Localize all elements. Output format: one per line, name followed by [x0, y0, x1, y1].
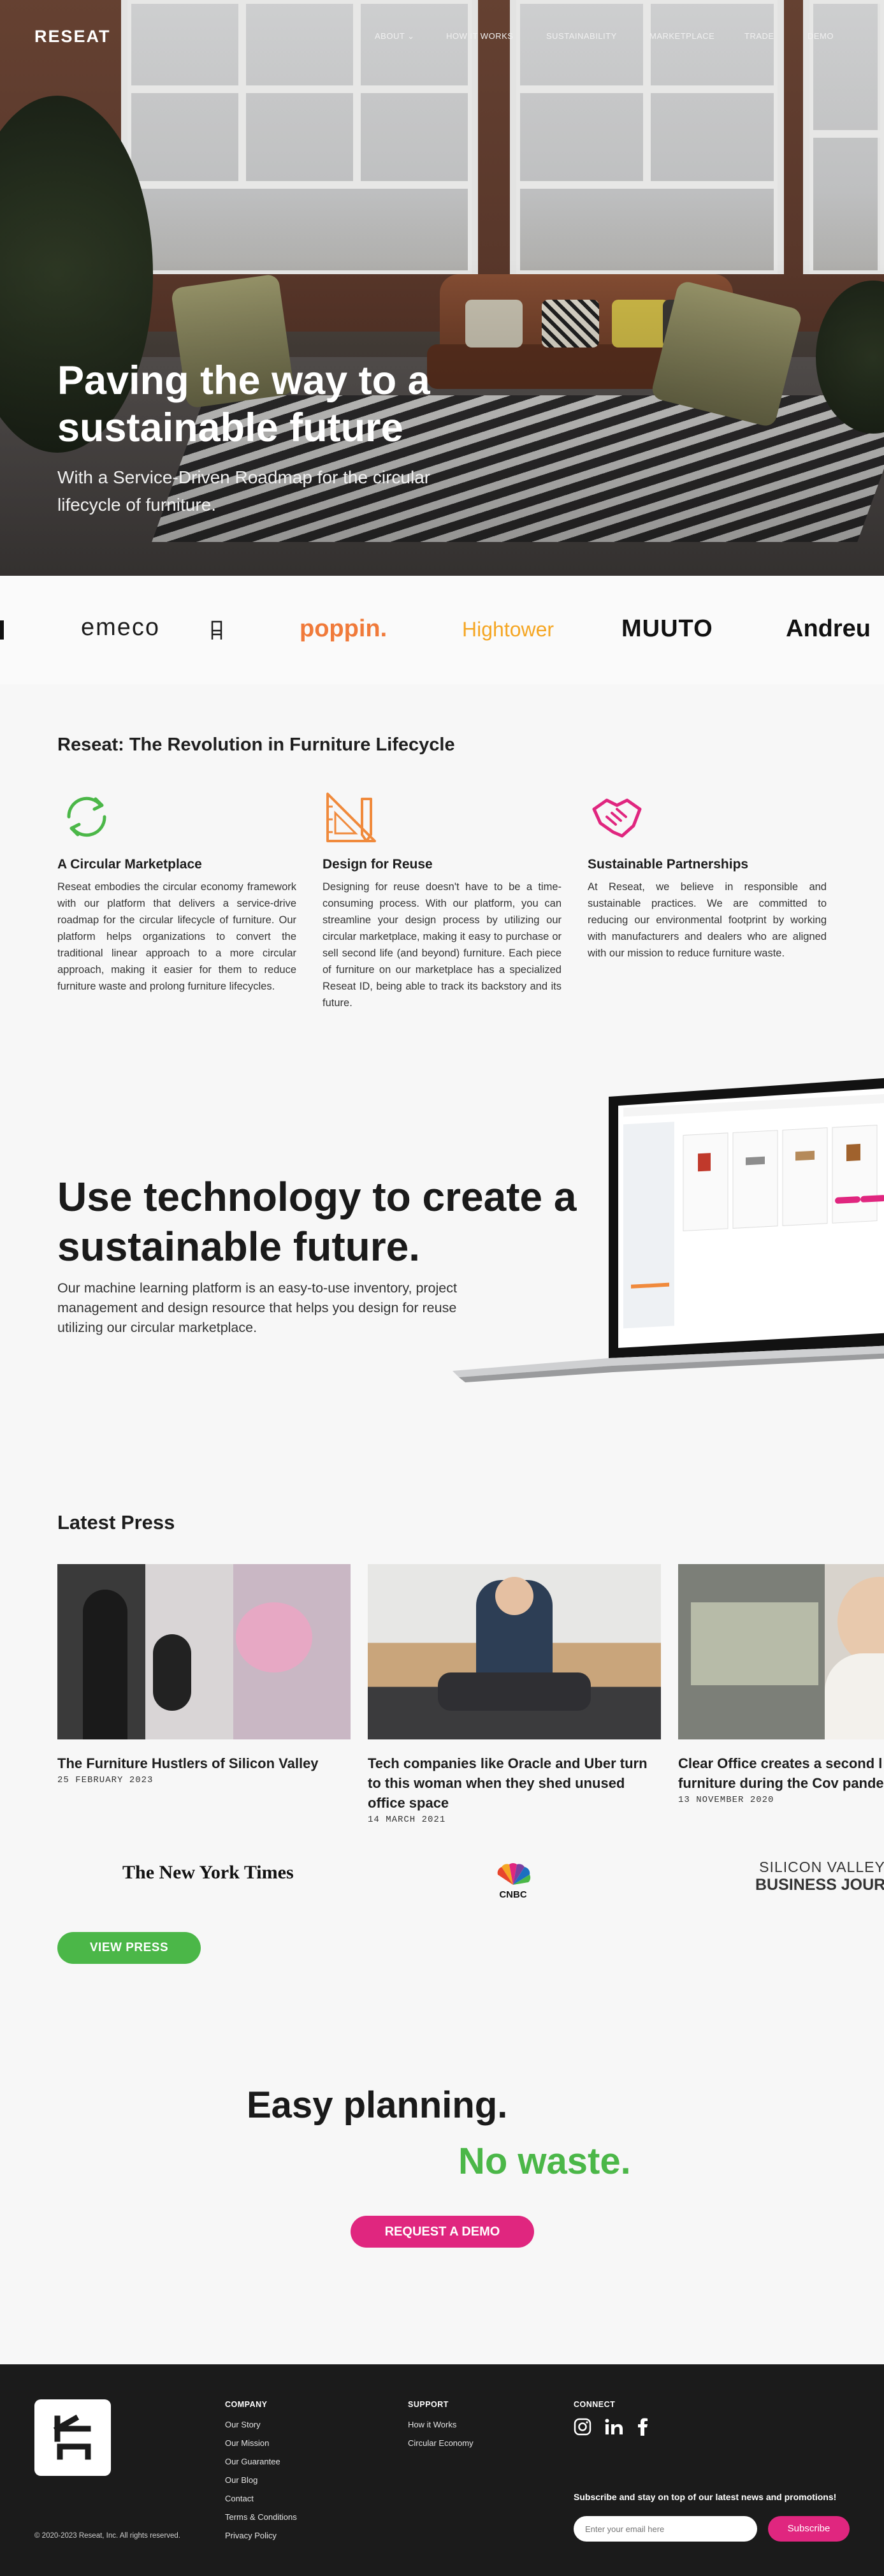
footer-link-our-blog[interactable]: Our Blog [225, 2475, 297, 2485]
footer-support-column: SUPPORT How it Works Circular Economy [408, 2400, 474, 2448]
facebook-icon[interactable] [637, 2418, 649, 2436]
footer-link-our-mission[interactable]: Our Mission [225, 2438, 297, 2448]
design-tools-icon [326, 793, 376, 842]
feature-text: At Reseat, we believe in responsible and… [588, 881, 827, 959]
brand-muuto: MUUTO [621, 615, 713, 642]
press-card[interactable]: The Furniture Hustlers of Silicon Valley… [57, 1564, 351, 1785]
footer-link-our-guarantee[interactable]: Our Guarantee [225, 2457, 297, 2466]
chair-icon [211, 620, 222, 640]
press-card[interactable]: Tech companies like Oracle and Uber turn… [368, 1564, 661, 1825]
press-headline: The Furniture Hustlers of Silicon Valley [57, 1755, 319, 1771]
feature-circular-marketplace: A Circular Marketplace Reseat embodies t… [57, 787, 296, 995]
press-image [368, 1564, 661, 1739]
revolution-title: Reseat: The Revolution in Furniture Life… [57, 735, 455, 755]
social-links [574, 2418, 649, 2436]
footer: © 2020-2023 Reseat, Inc. All rights rese… [0, 2364, 884, 2576]
footer-link-how-it-works[interactable]: How it Works [408, 2420, 474, 2429]
feature-design-for-reuse: Design for Reuse Designing for reuse doe… [322, 787, 562, 1011]
press-date: 25 FEBRUARY 2023 [57, 1775, 154, 1785]
subscribe-text: Subscribe and stay on top of our latest … [574, 2492, 837, 2502]
press-date: 13 NOVEMBER 2020 [678, 1795, 774, 1805]
nav-marketplace[interactable]: MARKETPLACE [649, 31, 714, 41]
feature-title: Sustainable Partnerships [588, 857, 749, 872]
copyright: © 2020-2023 Reseat, Inc. All rights rese… [34, 2532, 181, 2540]
page: RESEAT ABOUT ⌄ HOW IT WORKS SUSTAINABILI… [0, 0, 884, 2576]
linkedin-icon[interactable] [604, 2418, 625, 2436]
press-title: Latest Press [57, 1511, 175, 1533]
instagram-icon[interactable] [574, 2418, 591, 2436]
outlet-nyt-logo: The New York Times [122, 1862, 294, 1883]
footer-link-terms[interactable]: Terms & Conditions [225, 2512, 297, 2522]
outlet-sv-business-journal-logo: SILICON VALLEY BUSINESS JOURNA [755, 1859, 884, 1894]
nav-how-it-works[interactable]: HOW IT WORKS [446, 31, 513, 41]
brand-poppin: poppin. [300, 615, 388, 642]
brand-logos-strip: emeco poppin. Hightower MUUTO Andreu [0, 576, 884, 684]
nav-trade[interactable]: TRADE [744, 31, 774, 41]
nav-sustainability[interactable]: SUSTAINABILITY [546, 31, 617, 41]
press-date: 14 MARCH 2021 [368, 1815, 446, 1825]
outlet-cnbc-logo: CNBC [488, 1861, 539, 1902]
svg-text:CNBC: CNBC [499, 1889, 526, 1899]
press-headline: Tech companies like Oracle and Uber turn… [368, 1755, 648, 1811]
feature-title: Design for Reuse [322, 857, 433, 872]
reseat-mark-icon [53, 2414, 91, 2460]
top-nav: RESEAT ABOUT ⌄ HOW IT WORKS SUSTAINABILI… [0, 0, 884, 70]
recycle-arrows-icon [67, 796, 106, 837]
hero-section: RESEAT ABOUT ⌄ HOW IT WORKS SUSTAINABILI… [0, 0, 884, 576]
feature-text: Reseat embodies the circular economy fra… [57, 881, 296, 992]
subscribe-button[interactable]: Subscribe [768, 2516, 850, 2542]
email-input[interactable] [574, 2516, 757, 2542]
footer-link-circular-economy[interactable]: Circular Economy [408, 2438, 474, 2448]
footer-logo[interactable] [34, 2399, 111, 2476]
cta-line-easy-planning: Easy planning. [247, 2084, 508, 2126]
press-image [678, 1564, 884, 1739]
footer-company-column: COMPANY Our Story Our Mission Our Guaran… [225, 2400, 297, 2540]
hero-subtitle: With a Service-Driven Roadmap for the ci… [57, 467, 431, 515]
press-card[interactable]: Clear Office creates a second l office f… [678, 1564, 884, 1805]
brand-emeco: emeco [81, 614, 161, 641]
tech-subtitle: Our machine learning platform is an easy… [57, 1280, 457, 1335]
view-press-button[interactable]: VIEW PRESS [57, 1932, 201, 1964]
brand-andreu: Andreu [786, 615, 871, 642]
peacock-icon: CNBC [497, 1863, 531, 1900]
nav-about[interactable]: ABOUT ⌄ [375, 31, 415, 41]
press-headline: Clear Office creates a second l office f… [678, 1755, 884, 1791]
feature-title: A Circular Marketplace [57, 857, 202, 872]
reseat-logo[interactable]: RESEAT [34, 27, 111, 47]
footer-link-privacy[interactable]: Privacy Policy [225, 2531, 297, 2540]
cta-line-no-waste: No waste. [458, 2141, 631, 2182]
laptop-screenshot [453, 1078, 884, 1382]
footer-link-contact[interactable]: Contact [225, 2494, 297, 2503]
press-image [57, 1564, 351, 1739]
feature-sustainable-partnerships: Sustainable Partnerships At Reseat, we b… [588, 787, 827, 962]
brand-hightower: Hightower [462, 618, 554, 641]
footer-link-our-story[interactable]: Our Story [225, 2420, 297, 2429]
hero-title: Paving the way to a sustainable future [57, 358, 430, 450]
feature-text: Designing for reuse doesn't have to be a… [322, 881, 562, 1009]
nav-demo[interactable]: DEMO [808, 31, 834, 41]
handshake-icon [592, 798, 642, 838]
request-demo-button[interactable]: REQUEST A DEMO [351, 2216, 534, 2248]
footer-connect-column: CONNECT [574, 2400, 616, 2409]
